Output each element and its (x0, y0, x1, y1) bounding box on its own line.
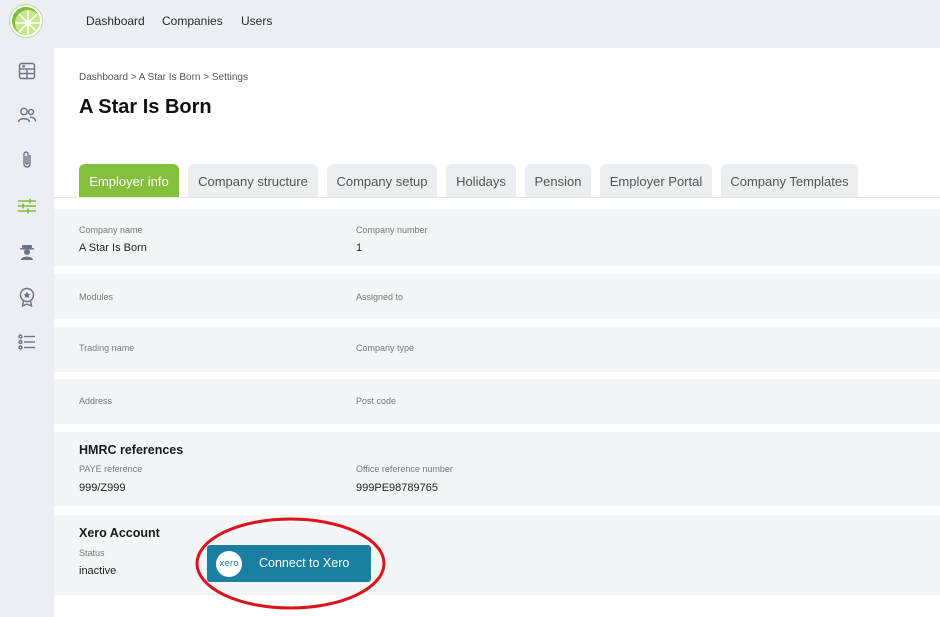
modules-row (54, 274, 940, 319)
office-reference-value: 999PE98789765 (356, 482, 438, 494)
xero-status-value: inactive (79, 565, 117, 577)
xero-title: Xero Account (79, 526, 160, 540)
xero-section (54, 515, 940, 595)
award-badge-icon[interactable] (15, 285, 39, 309)
tab-company-templates[interactable]: Company Templates (721, 164, 858, 198)
sliders-icon[interactable] (15, 194, 39, 218)
tab-company-setup[interactable]: Company setup (327, 164, 437, 198)
lime-logo-icon[interactable] (10, 5, 42, 37)
assigned-to-label: Assigned to (356, 292, 404, 302)
hmrc-title: HMRC references (79, 443, 184, 457)
tab-divider (54, 197, 940, 198)
address-row (54, 379, 940, 424)
sidebar (0, 0, 54, 617)
tab-pension[interactable]: Pension (525, 164, 591, 198)
nav-companies[interactable]: Companies (162, 0, 223, 42)
post-code-label: Post code (356, 396, 397, 406)
connect-to-xero-label: Connect to Xero (259, 556, 350, 570)
tab-company-structure[interactable]: Company structure (188, 164, 318, 198)
office-reference-label: Office reference number (356, 464, 453, 474)
hmrc-section (54, 432, 940, 506)
paye-reference-value: 999/Z999 (79, 482, 126, 494)
checklist-icon[interactable] (15, 330, 39, 354)
person-hat-icon[interactable] (15, 240, 39, 264)
tab-employer-info[interactable]: Employer info (79, 164, 179, 198)
paye-reference-label: PAYE reference (79, 464, 143, 474)
trading-name-label: Trading name (79, 343, 135, 353)
company-name-label: Company name (79, 225, 143, 235)
nav-dashboard[interactable]: Dashboard (86, 0, 145, 42)
company-name-row (54, 209, 940, 266)
paperclip-icon[interactable] (15, 148, 39, 172)
company-number-value: 1 (356, 242, 363, 254)
breadcrumb[interactable]: Dashboard > A Star Is Born > Settings (79, 72, 248, 83)
xero-status-label: Status (79, 548, 105, 558)
xero-logo-icon: xero (216, 551, 242, 577)
dashboard-grid-icon[interactable] (15, 59, 39, 83)
nav-users[interactable]: Users (241, 0, 272, 42)
page-title: A Star Is Born (79, 96, 212, 118)
modules-label: Modules (79, 292, 114, 302)
company-number-label: Company number (356, 225, 428, 235)
people-icon[interactable] (15, 103, 39, 127)
tab-employer-portal[interactable]: Employer Portal (600, 164, 712, 198)
company-name-value: A Star Is Born (79, 242, 147, 254)
company-type-label: Company type (356, 343, 415, 353)
tab-holidays[interactable]: Holidays (446, 164, 516, 198)
address-label: Address (79, 396, 113, 406)
trading-name-row (54, 327, 940, 372)
connect-to-xero-button[interactable]: xero Connect to Xero (207, 545, 371, 582)
